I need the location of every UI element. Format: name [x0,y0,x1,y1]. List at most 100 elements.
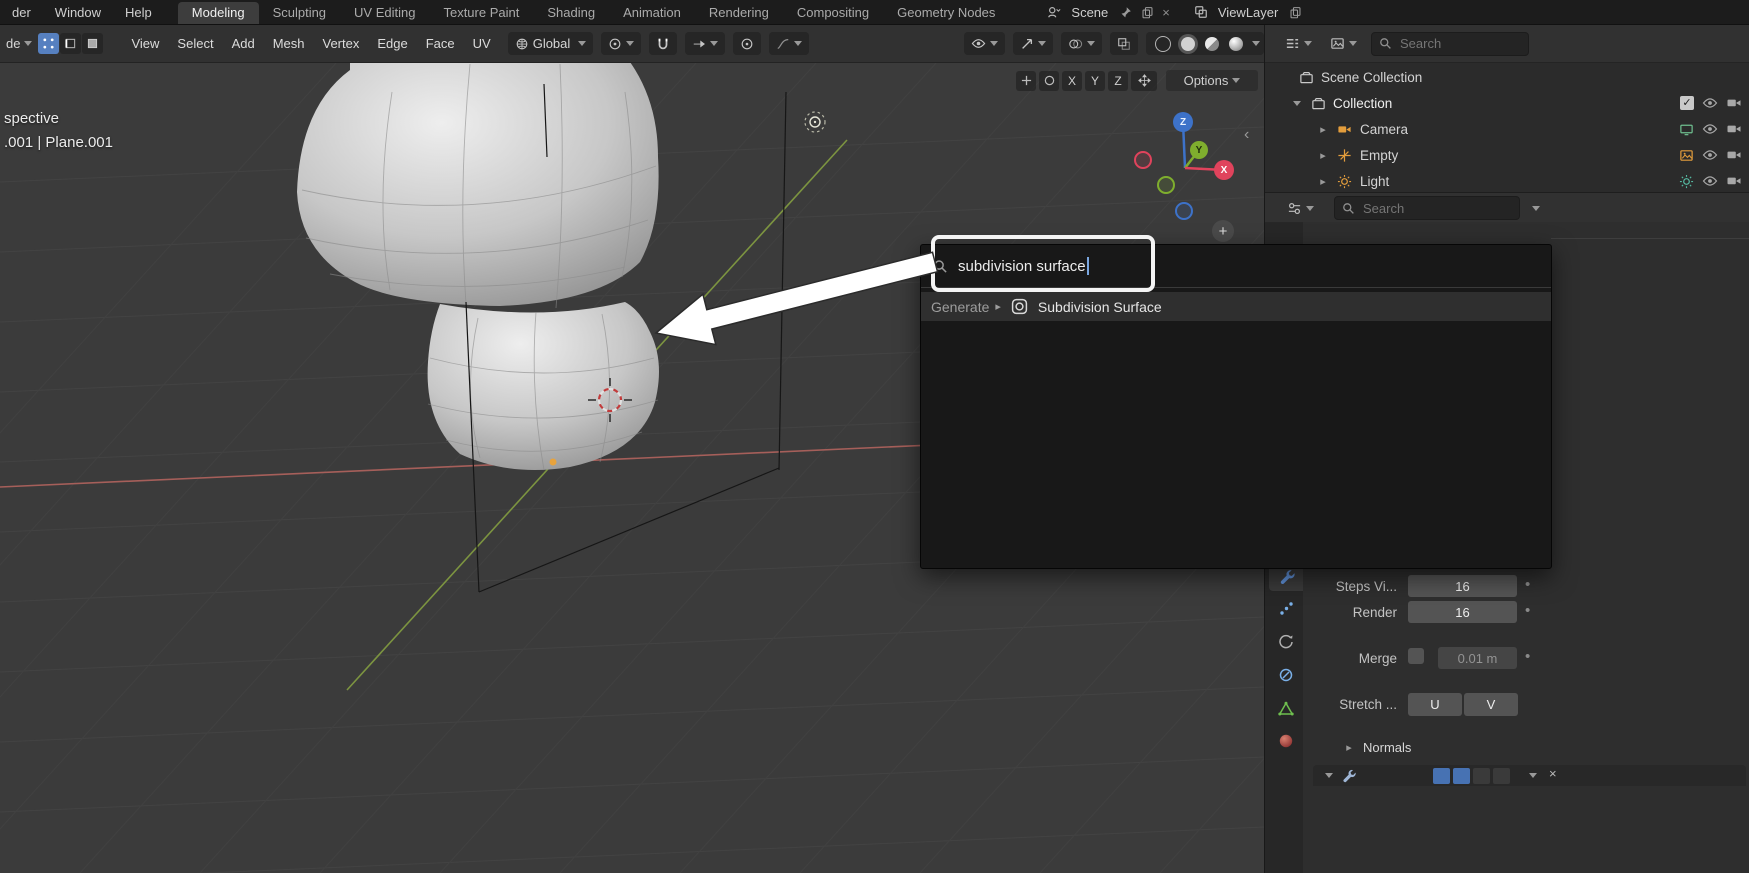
tab-shading[interactable]: Shading [533,2,609,24]
physics-tab-icon[interactable] [1269,627,1303,657]
material-tab-icon[interactable] [1269,726,1303,756]
gizmo-x-axis[interactable]: X [1214,160,1234,180]
modifier-realtime-toggle[interactable] [1453,767,1470,784]
particles-tab-icon[interactable] [1269,594,1303,624]
menu-window[interactable]: Window [43,5,113,20]
modifier-extras-dropdown[interactable] [1529,773,1537,778]
hide-in-viewport-icon[interactable] [1702,121,1718,137]
xray-toggle[interactable] [1110,32,1138,55]
transform-orientation-dropdown[interactable]: Global [507,32,594,55]
gizmo-z-axis[interactable]: Z [1173,112,1193,132]
tab-geometry-nodes[interactable]: Geometry Nodes [883,2,1009,24]
menu-uv[interactable]: UV [464,36,500,51]
outliner-row-scene-collection[interactable]: Scene Collection [1265,64,1749,90]
menu-select[interactable]: Select [168,36,222,51]
axis-z-button[interactable]: Z [1108,70,1128,91]
menu-view[interactable]: View [122,36,168,51]
outliner-row-empty[interactable]: ▸ Empty [1265,142,1749,168]
stretch-u-button[interactable]: U [1408,693,1462,716]
collection-checkbox[interactable]: ✓ [1680,96,1694,110]
menu-vertex[interactable]: Vertex [314,36,369,51]
disable-in-render-icon[interactable] [1726,121,1742,137]
modifier-cage-toggle[interactable] [1493,767,1510,784]
tab-compositing[interactable]: Compositing [783,2,883,24]
scene-browse-icon[interactable] [1046,4,1062,20]
gizmo-y-neg-axis[interactable] [1157,176,1175,194]
properties-options-icon[interactable] [1532,205,1540,211]
tab-sculpting[interactable]: Sculpting [259,2,340,24]
edge-select-mode-button[interactable] [60,33,82,54]
face-select-mode-button[interactable] [82,33,104,54]
tab-rendering[interactable]: Rendering [695,2,783,24]
normals-section-header[interactable]: ▸ Normals [1343,740,1411,755]
disable-in-render-icon[interactable] [1726,173,1742,189]
modifier-panel-header[interactable]: × [1313,765,1746,786]
collapse-region-icon[interactable]: ‹ [1244,126,1249,144]
wireframe-shading-icon[interactable] [1155,35,1171,52]
stretch-v-button[interactable]: V [1464,693,1518,716]
options-dropdown[interactable]: Options [1166,70,1258,91]
disable-in-render-icon[interactable] [1726,147,1742,163]
hide-in-viewport-icon[interactable] [1702,173,1718,189]
outliner-row-collection[interactable]: Collection ✓ [1265,90,1749,116]
axis-y-button[interactable]: Y [1085,70,1105,91]
modifier-close-icon[interactable]: × [1549,766,1557,781]
render-steps-field[interactable]: 16 [1408,601,1517,623]
tab-modeling[interactable]: Modeling [177,2,259,24]
menu-face[interactable]: Face [417,36,464,51]
unlink-scene-icon[interactable]: × [1158,5,1174,20]
outliner-row-light[interactable]: ▸ Light [1265,168,1749,194]
overlays-dropdown[interactable] [1061,32,1102,55]
light-point-icon[interactable] [1679,174,1694,189]
modifier-render-toggle[interactable] [1473,767,1490,784]
outliner-search-input[interactable] [1371,31,1529,56]
hide-in-viewport-icon[interactable] [1702,147,1718,163]
gizmo-z-neg-axis[interactable] [1175,202,1193,220]
modifier-edit-mode-toggle[interactable] [1433,767,1450,784]
new-scene-icon[interactable] [1139,4,1155,20]
modifier-search-input[interactable]: subdivision surface [921,245,1551,288]
vertex-select-mode-button[interactable] [38,33,60,54]
steps-viewport-field[interactable]: 16 [1408,575,1517,597]
solid-shading-icon[interactable] [1181,36,1195,51]
snap-toggle[interactable] [649,32,678,55]
merge-distance-field[interactable]: 0.01 m [1438,647,1517,669]
object-data-tab-icon[interactable] [1269,693,1303,723]
proportional-editing-toggle[interactable] [733,32,762,55]
viewlayer-name[interactable]: ViewLayer [1212,5,1284,20]
properties-search-input[interactable] [1334,196,1520,220]
disable-in-render-icon[interactable] [1726,95,1742,111]
active-camera-icon[interactable] [1679,122,1694,137]
proportional-falloff-dropdown[interactable] [769,32,810,55]
image-data-icon[interactable] [1679,148,1694,163]
snap-with-dropdown[interactable] [685,32,726,55]
gizmo-x-neg-axis[interactable] [1134,151,1152,169]
show-object-types-dropdown[interactable] [964,32,1005,55]
tab-texture-paint[interactable]: Texture Paint [429,2,533,24]
gizmos-dropdown[interactable] [1013,32,1053,55]
pin-icon[interactable] [1117,4,1133,20]
constraints-tab-icon[interactable] [1269,660,1303,690]
viewport-widget-icon-a[interactable] [1016,70,1036,91]
move-gizmo-icon[interactable] [1131,70,1157,91]
menu-render[interactable]: der [0,5,43,20]
tab-animation[interactable]: Animation [609,2,695,24]
scene-name[interactable]: Scene [1065,5,1114,20]
menu-edge[interactable]: Edge [368,36,416,51]
viewport-widget-icon-b[interactable] [1039,70,1059,91]
hide-in-viewport-icon[interactable] [1702,95,1718,111]
zoom-in-button[interactable]: + [1212,220,1234,242]
material-shading-icon[interactable] [1205,36,1219,51]
axis-x-button[interactable]: X [1062,70,1082,91]
outliner-row-camera[interactable]: ▸ Camera [1265,116,1749,142]
rendered-shading-icon[interactable] [1229,36,1243,51]
menu-add[interactable]: Add [223,36,264,51]
merge-checkbox[interactable] [1408,648,1424,664]
editor-mode-dropdown[interactable]: de [0,36,38,51]
outliner-display-mode-dropdown[interactable] [1285,36,1312,51]
pivot-point-dropdown[interactable] [601,32,642,55]
merge-animate-dot[interactable]: • [1525,648,1530,665]
menu-mesh[interactable]: Mesh [264,36,314,51]
search-result-subdivision-surface[interactable]: Generate ▸ Subdivision Surface [921,292,1551,321]
outliner-filter-dropdown[interactable] [1330,36,1357,51]
